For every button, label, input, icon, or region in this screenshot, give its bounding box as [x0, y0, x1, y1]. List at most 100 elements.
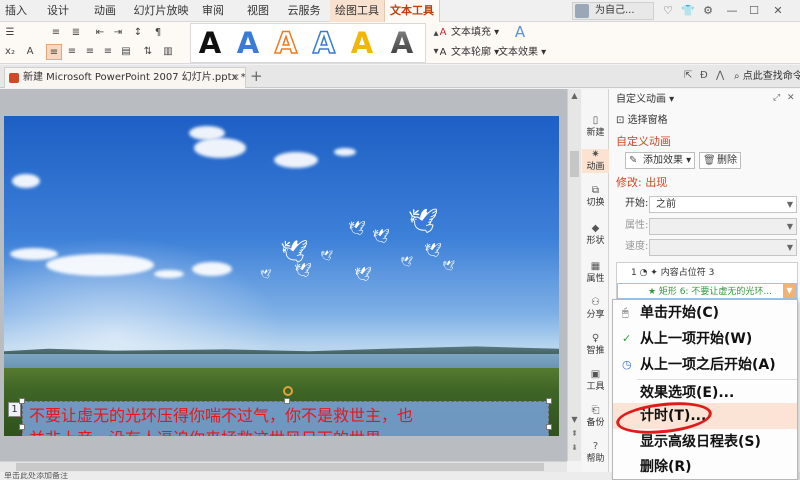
nav-transition[interactable]: ⧉ 切换 [582, 185, 609, 209]
user-account[interactable]: 为自己... [572, 2, 654, 20]
wordart-style-6[interactable]: A [387, 26, 417, 60]
line-spacing-icon[interactable]: ↕ [130, 25, 146, 41]
columns-icon[interactable]: ▥ [160, 44, 176, 60]
text-direction-icon[interactable]: ⇅ [140, 44, 156, 60]
undock-icon[interactable]: ⤢ [773, 93, 780, 103]
nav-recommend[interactable]: ♀ 智推 [582, 333, 609, 357]
justify-icon[interactable]: ≡ [100, 44, 116, 60]
bookmark-icon[interactable]: Ð [700, 70, 708, 81]
horizontal-scroll-thumb[interactable] [16, 463, 544, 471]
panel-title[interactable]: 自定义动画 ▾ [616, 93, 674, 107]
vertical-scroll-thumb[interactable] [570, 151, 579, 177]
panel-close-icon[interactable]: ✕ [787, 93, 795, 103]
selected-text-box[interactable]: 不要让虚无的光环压得你喘不过气，你不是救世主，也 并非上帝，没有人逼迫你来拯救这… [22, 401, 549, 436]
bullet-list-icon[interactable]: ☰ [2, 25, 18, 41]
animation-list-item-selected[interactable]: ★ 矩形 6: 不要让虚无的光环... ▼ [617, 283, 797, 299]
wordart-style-2[interactable]: A [233, 26, 263, 60]
shirt-icon[interactable]: 👕 [680, 3, 696, 19]
close-tab-icon[interactable]: × [232, 68, 240, 88]
slide-canvas[interactable]: 🕊 🕊 🕊 🕊 🕊 🕊 🕊 🕊 🕊 🕊 🕊 1 不要让虚无的光环压得你喘不过气，… [4, 116, 559, 436]
next-slide-icon[interactable]: ⇟ [568, 443, 581, 452]
tab-drawing-tools[interactable]: 绘图工具 [330, 0, 384, 22]
nav-properties[interactable]: ▦ 属性 [582, 261, 609, 285]
text-effect-button[interactable]: 文本效果 ▾ [498, 45, 546, 61]
nav-help[interactable]: ? 帮助 [582, 441, 609, 465]
resize-handle[interactable] [284, 398, 290, 404]
decrease-indent-icon[interactable]: ⇤ [92, 25, 108, 41]
paragraph-icon[interactable]: ¶ [150, 25, 166, 41]
tab-insert[interactable]: 插入 [0, 0, 32, 22]
text-line-1[interactable]: 不要让虚无的光环压得你喘不过气，你不是救世主，也 [29, 404, 542, 427]
pin-icon[interactable]: ⇱ [684, 70, 692, 81]
animation-list-item[interactable]: 1 ◔ ✦ 内容占位符 3 [617, 265, 797, 281]
text-line-2[interactable]: 并非上帝，没有人逼迫你来拯救这世风日下的世界。 [29, 427, 542, 436]
subscript-icon[interactable]: x₂ [2, 44, 18, 60]
help-icon: ? [592, 441, 599, 452]
chevron-down-icon[interactable]: ▼ [783, 284, 796, 298]
wordart-style-4[interactable]: A [309, 25, 339, 61]
wordart-style-3[interactable]: A [271, 25, 301, 61]
close-icon[interactable]: ✕ [770, 3, 786, 19]
resize-handle[interactable] [19, 398, 25, 404]
maximize-icon[interactable]: ☐ [746, 3, 762, 19]
minimize-icon[interactable]: — [724, 3, 740, 19]
delete-button[interactable]: 🗑 删除 [699, 152, 741, 169]
scroll-up-icon[interactable]: ▲ [568, 91, 581, 100]
command-search[interactable]: ⌕ 点此查找命令 [734, 69, 800, 85]
tab-slideshow[interactable]: 幻灯片放映 [130, 0, 192, 22]
animation-order-marker[interactable]: 1 [8, 402, 21, 417]
resize-handle[interactable] [546, 398, 552, 404]
modify-heading: 修改: 出现 [616, 176, 668, 189]
horizontal-scrollbar[interactable] [0, 461, 567, 472]
align-left-icon[interactable]: ≡ [46, 44, 62, 60]
menu-item-label: 从上一项之后开始(A) [640, 357, 776, 373]
settings-icon[interactable]: ⚙ [700, 3, 716, 19]
menu-item-start-on-click[interactable]: 🖱 单击开始(C) [613, 300, 797, 326]
tab-review[interactable]: 审阅 [196, 0, 230, 22]
selection-pane-link[interactable]: ⊡ 选择窗格 [616, 114, 668, 128]
tab-view[interactable]: 视图 [240, 0, 276, 22]
property-dropdown[interactable]: ▼ [649, 218, 797, 235]
expand-icon[interactable]: ⋀ [716, 70, 724, 81]
highlight-icon[interactable]: A [22, 44, 38, 60]
resize-handle[interactable] [19, 424, 25, 430]
menu-item-remove[interactable]: 删除(R) [613, 454, 797, 480]
menu-item-start-after-previous[interactable]: ◷ 从上一项之后开始(A) [613, 352, 797, 378]
align-right-icon[interactable]: ≡ [82, 44, 98, 60]
start-dropdown[interactable]: 之前 ▼ [649, 196, 797, 213]
increase-indent-icon[interactable]: ⇥ [110, 25, 126, 41]
selection-pane-label: 选择窗格 [627, 115, 668, 126]
vertical-scrollbar[interactable]: ▲ ▼ ⇞ ⇟ [567, 89, 581, 461]
tab-cloud[interactable]: 云服务 [282, 0, 326, 22]
nav-backup[interactable]: ⎗ 备份 [582, 405, 609, 429]
tab-text-tools[interactable]: 文本工具 [384, 0, 440, 23]
add-effect-button[interactable]: ✎ 添加效果 ▾ [625, 152, 695, 169]
nav-share[interactable]: ⚇ 分享 [582, 297, 609, 321]
ribbon: ☰ x₂ A ≡ ≣ ⇤ ⇥ ↕ ¶ ≡ ≡ ≡ ≡ ▤ ⇅ ▥ A A A A… [0, 22, 800, 64]
nav-new[interactable]: ▯ 新建 [582, 115, 609, 139]
distribute-icon[interactable]: ▤ [118, 44, 134, 60]
tab-animation[interactable]: 动画 [84, 0, 126, 22]
scroll-down-icon[interactable]: ▼ [568, 415, 581, 424]
wordart-style-5[interactable]: A [347, 26, 377, 60]
numbered-list-icon[interactable]: ≡ [48, 25, 64, 41]
speed-dropdown[interactable]: ▼ [649, 239, 797, 256]
skin-icon[interactable]: ♡ [660, 3, 676, 19]
wordart-style-1[interactable]: A [195, 26, 225, 60]
rotation-handle[interactable] [283, 386, 293, 396]
nav-label: 工具 [586, 382, 605, 392]
list-format-icon[interactable]: ≣ [68, 25, 84, 41]
nav-tools[interactable]: ▣ 工具 [582, 369, 609, 393]
new-tab-button[interactable]: + [250, 67, 263, 85]
resize-handle[interactable] [546, 424, 552, 430]
document-tab[interactable]: 新建 Microsoft PowerPoint 2007 幻灯片.pptx * … [4, 67, 246, 88]
tab-design[interactable]: 设计 [38, 0, 78, 22]
nav-shape[interactable]: ◆ 形状 [582, 223, 609, 247]
text-effect-icon[interactable]: A [511, 24, 529, 42]
align-center-icon[interactable]: ≡ [64, 44, 80, 60]
menu-item-start-with-previous[interactable]: ✓ 从上一项开始(W) [613, 326, 797, 352]
text-outline-button[interactable]: A 文本轮廓 ▾ [438, 45, 500, 61]
text-fill-button[interactable]: A 文本填充 ▾ [438, 25, 500, 41]
nav-animation[interactable]: ✷ 动画 [582, 149, 609, 173]
previous-slide-icon[interactable]: ⇞ [568, 429, 581, 438]
